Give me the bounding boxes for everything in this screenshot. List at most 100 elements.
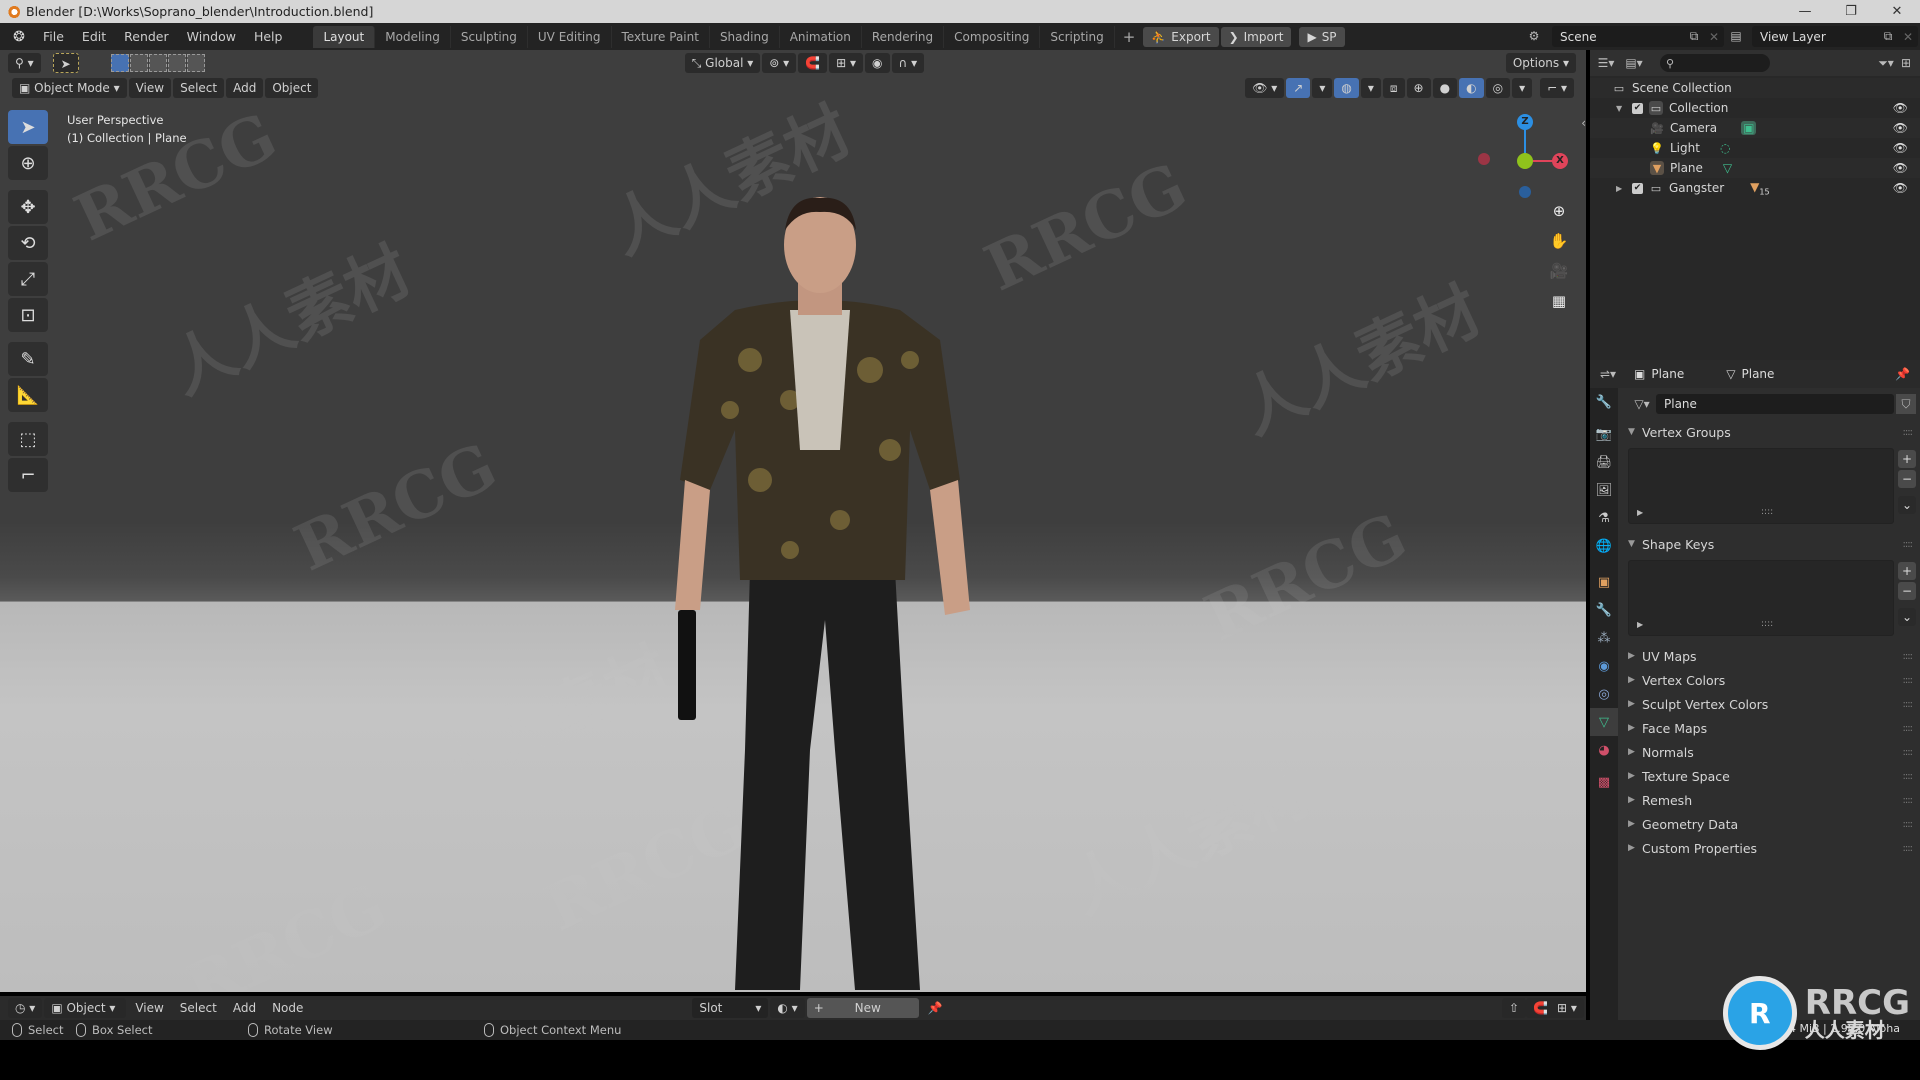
view-layer-selector[interactable]: View Layer ⧉ ✕	[1752, 26, 1918, 47]
shape-keys-list-area[interactable]: ▶ ::::	[1628, 560, 1894, 636]
measure-tool[interactable]: 📐	[8, 378, 48, 412]
select-subtract-icon[interactable]	[148, 54, 167, 72]
sidebar-toggle-icon[interactable]: ‹	[1581, 116, 1586, 130]
display-mode-icon[interactable]: ▤▾	[1624, 53, 1644, 73]
vertex-group-specials-dropdown[interactable]: ⌄	[1898, 496, 1916, 514]
light-data-icon[interactable]: ◌	[1720, 141, 1730, 155]
shader-editor-type-button[interactable]: ◷ ▾	[8, 998, 43, 1018]
drag-grip-icon[interactable]: ::::	[1903, 651, 1914, 662]
shader-type-dropdown[interactable]: ▣ Object ▾	[44, 998, 127, 1018]
minimize-button[interactable]: —	[1782, 0, 1828, 23]
tab-object[interactable]: ▣	[1590, 568, 1618, 596]
drag-grip-icon[interactable]: ::::	[1903, 539, 1914, 550]
3d-viewport[interactable]: RRCG 人人素材 RRCG 人人素材 RRCG 人人素材 RRCG 人人素材 …	[0, 50, 1586, 992]
scale-tool[interactable]: ⤢	[8, 262, 48, 296]
panel-vertex-groups[interactable]: ▼ Vertex Groups ::::	[1620, 420, 1920, 444]
add-shape-key-button[interactable]: +	[1898, 562, 1916, 580]
collection-checkbox[interactable]: ✔	[1632, 182, 1643, 194]
outliner-row-camera[interactable]: 🎥 Camera ▣ 👁	[1590, 118, 1920, 138]
shading-dropdown[interactable]: ▾	[1512, 78, 1533, 98]
tab-particles[interactable]: ⁂	[1590, 624, 1618, 652]
options-dropdown[interactable]: Options ▾	[1505, 53, 1576, 73]
camera-view-button[interactable]: 🎥	[1544, 256, 1574, 286]
filter-expand-icon[interactable]: ▶	[1637, 508, 1643, 517]
drag-grip-icon[interactable]: ::::	[1903, 723, 1914, 734]
shape-key-specials-dropdown[interactable]: ⌄	[1898, 608, 1916, 626]
expand-arrow-icon[interactable]: ▶	[1616, 184, 1632, 193]
tab-world[interactable]: 🌐	[1590, 532, 1618, 560]
menu-edit[interactable]: Edit	[73, 26, 115, 48]
outliner-row-gangster[interactable]: ▶ ✔ ▭ Gangster ▼15 👁	[1590, 178, 1920, 198]
tab-material[interactable]: ◕	[1590, 736, 1618, 764]
shader-menu-view[interactable]: View	[128, 998, 170, 1018]
drag-grip-icon[interactable]: ::::	[1903, 819, 1914, 830]
material-browse-button[interactable]: ◐ ▾	[770, 998, 805, 1018]
tab-output[interactable]: 🖨	[1590, 448, 1618, 476]
editor-type-button[interactable]: ⚲ ▾	[8, 53, 41, 73]
active-tool-button[interactable]: ➤	[52, 53, 79, 73]
select-invert-icon[interactable]	[167, 54, 186, 72]
rotate-tool[interactable]: ⟲	[8, 226, 48, 260]
sp-button[interactable]: ▶ SP	[1299, 26, 1345, 47]
menu-render[interactable]: Render	[115, 26, 178, 48]
blender-logo-icon[interactable]: ❂	[8, 28, 30, 46]
panel-remesh[interactable]: ▶ Remesh ::::	[1620, 788, 1920, 812]
camera-data-icon[interactable]: ▣	[1741, 121, 1757, 135]
visibility-dropdown[interactable]: 👁 ▾	[1245, 78, 1285, 98]
tab-animation[interactable]: Animation	[780, 25, 862, 48]
viewport-menu-object[interactable]: Object	[265, 78, 319, 98]
parent-node-tree-button[interactable]: ⇧	[1502, 998, 1527, 1018]
pivot-point-dropdown[interactable]: ⊚ ▾	[762, 53, 797, 73]
transform-orientation-dropdown[interactable]: ⤡ Global ▾	[684, 53, 761, 73]
proportional-falloff-dropdown[interactable]: ∩ ▾	[891, 53, 925, 73]
panel-texture-space[interactable]: ▶ Texture Space ::::	[1620, 764, 1920, 788]
viewport-menu-select[interactable]: Select	[173, 78, 225, 98]
tab-render[interactable]: 📷	[1590, 420, 1618, 448]
tab-layout[interactable]: Layout	[313, 25, 376, 48]
pin-icon[interactable]: 📌	[921, 998, 950, 1018]
outliner-row-light[interactable]: 💡 Light ◌ 👁	[1590, 138, 1920, 158]
duplicate-view-layer-icon[interactable]: ⧉	[1878, 27, 1898, 47]
ortho-toggle-button[interactable]: ▦	[1544, 286, 1574, 316]
delete-view-layer-icon[interactable]: ✕	[1898, 27, 1918, 47]
drag-grip-icon[interactable]: ::::	[1903, 675, 1914, 686]
context-data-name[interactable]: Plane	[1742, 367, 1775, 381]
select-box-tool[interactable]: ➤	[8, 110, 48, 144]
visibility-eye-icon[interactable]: 👁	[1893, 101, 1908, 115]
mesh-children-icon[interactable]: ▼15	[1750, 180, 1769, 196]
tab-tool[interactable]: 🔧	[1590, 388, 1618, 416]
gizmo-x-axis[interactable]: X	[1552, 153, 1568, 169]
gizmo-dropdown[interactable]: ▾	[1312, 78, 1333, 98]
shading-solid[interactable]: ●	[1432, 78, 1458, 98]
visibility-eye-icon[interactable]: 👁	[1893, 121, 1908, 135]
tab-shading[interactable]: Shading	[710, 25, 780, 48]
gizmo-y-axis[interactable]	[1517, 153, 1533, 169]
shading-rendered[interactable]: ◎	[1485, 78, 1511, 98]
tab-view-layer[interactable]: 🖼	[1590, 476, 1618, 504]
panel-shape-keys[interactable]: ▼ Shape Keys ::::	[1620, 532, 1920, 556]
menu-window[interactable]: Window	[178, 26, 245, 48]
panel-vertex-colors[interactable]: ▶ Vertex Colors ::::	[1620, 668, 1920, 692]
tab-modeling[interactable]: Modeling	[375, 25, 451, 48]
shading-material-preview[interactable]: ◐	[1459, 78, 1484, 98]
snap-element-dropdown[interactable]: ⊞ ▾	[1550, 998, 1584, 1018]
tab-physics[interactable]: ◉	[1590, 652, 1618, 680]
object-mode-dropdown[interactable]: ▣ Object Mode ▾	[12, 78, 127, 98]
properties-editor-type-icon[interactable]: ⇌▾	[1598, 364, 1618, 384]
panel-normals[interactable]: ▶ Normals ::::	[1620, 740, 1920, 764]
tab-sculpting[interactable]: Sculpting	[451, 25, 528, 48]
tab-texture-paint[interactable]: Texture Paint	[612, 25, 710, 48]
zoom-view-button[interactable]: ⊕	[1544, 196, 1574, 226]
drag-grip-icon[interactable]: ::::	[1903, 427, 1914, 438]
panel-face-maps[interactable]: ▶ Face Maps ::::	[1620, 716, 1920, 740]
viewport-menu-view[interactable]: View	[128, 78, 172, 98]
vertex-groups-list-area[interactable]: ▶ ::::	[1628, 448, 1894, 524]
resize-handle[interactable]: ::::	[1761, 619, 1773, 629]
mesh-name-input[interactable]: Plane	[1656, 394, 1894, 414]
menu-file[interactable]: File	[34, 26, 73, 48]
visibility-eye-icon[interactable]: 👁	[1893, 161, 1908, 175]
add-vertex-group-button[interactable]: +	[1898, 450, 1916, 468]
move-tool[interactable]: ✥	[8, 190, 48, 224]
cursor-tool[interactable]: ⊕	[8, 146, 48, 180]
editor-mode-toggle[interactable]: ⌐ ▾	[1540, 78, 1574, 98]
